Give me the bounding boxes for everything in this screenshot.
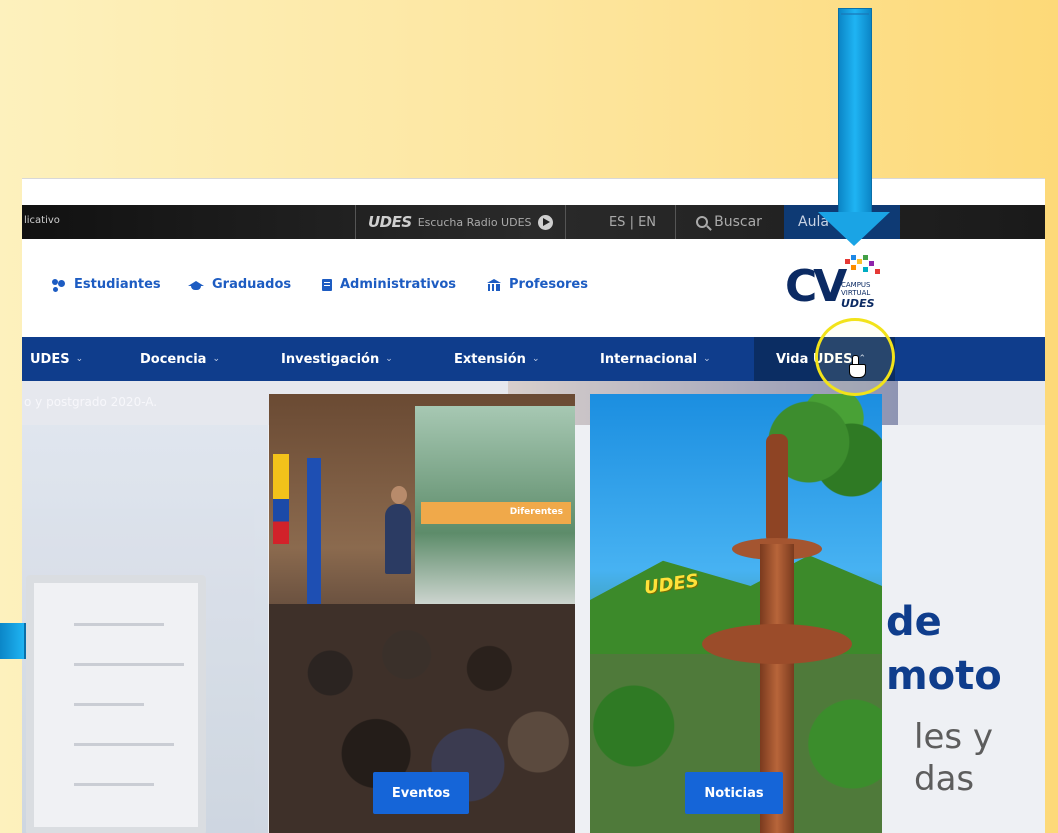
- audience-item-graduados[interactable]: Graduados: [188, 277, 291, 292]
- monitor-line: [74, 623, 164, 626]
- chevron-down-icon: ⌄: [703, 354, 711, 364]
- nav-item-investigacion[interactable]: Investigación ⌄: [281, 337, 393, 381]
- hand-cursor-icon: [848, 355, 866, 379]
- pointer-arrow-head: [818, 212, 890, 246]
- pointer-arrow-shaft: [838, 8, 872, 220]
- browser-page: licativo UDES Escucha Radio UDES ES | EN…: [22, 178, 1045, 833]
- logo-pixel: [851, 255, 856, 260]
- nav-item-internacional[interactable]: Internacional ⌄: [600, 337, 711, 381]
- nav-label: Extensión: [454, 351, 526, 367]
- logo-pixel: [863, 267, 868, 272]
- chevron-down-icon: ⌄: [385, 354, 393, 364]
- logo-pixel: [875, 269, 880, 274]
- ticker-text[interactable]: o y postgrado 2020-A.: [24, 395, 157, 409]
- projector-screen: Diferentes: [415, 406, 575, 618]
- colombia-flag: [273, 454, 289, 544]
- speaker-figure: [385, 486, 411, 574]
- cv-logo-line2: VIRTUAL: [841, 289, 871, 297]
- nav-label: Investigación: [281, 351, 380, 367]
- cv-logo-subtitle: CAMPUS VIRTUAL: [841, 281, 871, 297]
- logo-pixel: [863, 255, 868, 260]
- eventos-button[interactable]: Eventos: [373, 772, 469, 814]
- hero-line-4: das: [914, 759, 975, 799]
- side-arrow-marker: [0, 623, 26, 659]
- statue-image: [766, 434, 788, 544]
- chevron-down-icon: ⌄: [212, 354, 220, 364]
- radio-udes-link[interactable]: UDES Escucha Radio UDES: [355, 205, 566, 239]
- logo-pixel: [845, 259, 850, 264]
- audience-item-profesores[interactable]: Profesores: [487, 277, 588, 292]
- logo-pixel: [857, 259, 862, 264]
- hero-headline: de moto les y das: [884, 381, 1045, 833]
- radio-udes-logo: UDES: [368, 213, 412, 231]
- hero-line-3: les y: [914, 717, 994, 757]
- audience-label: Administrativos: [340, 277, 457, 292]
- campus-virtual-logo[interactable]: CV CAMPUS VIRTUAL UDES: [785, 253, 885, 319]
- audience-item-estudiantes[interactable]: Estudiantes: [52, 277, 161, 292]
- cv-logo-line1: CAMPUS: [841, 281, 871, 289]
- noticias-button[interactable]: Noticias: [685, 772, 783, 814]
- nav-item-udes[interactable]: UDES ⌄: [30, 337, 83, 381]
- logo-pixel: [869, 261, 874, 266]
- hero-line-1: de: [886, 599, 942, 645]
- chevron-down-icon: ⌄: [75, 354, 84, 364]
- hero-line-2: moto: [886, 653, 1002, 699]
- graduation-cap-icon: [188, 279, 204, 291]
- radio-udes-label: Escucha Radio UDES: [417, 215, 532, 229]
- monitor-line: [74, 703, 144, 706]
- audience-label: Estudiantes: [74, 277, 161, 292]
- nav-label: UDES: [30, 351, 70, 367]
- audience-label: Profesores: [509, 277, 588, 292]
- search-label: Buscar: [714, 214, 762, 230]
- logo-pixel: [851, 265, 856, 270]
- search-icon: [696, 216, 709, 228]
- card-noticias[interactable]: UDES Noticias: [590, 394, 882, 833]
- audience-label: Graduados: [212, 277, 292, 292]
- play-icon[interactable]: [537, 214, 553, 230]
- screen-banner: Diferentes: [421, 502, 571, 524]
- monitor-image: [26, 575, 206, 833]
- top-bar: licativo UDES Escucha Radio UDES ES | EN…: [22, 205, 1045, 239]
- hero-section: o y postgrado 2020-A. Diferentes Eventos: [22, 381, 1045, 833]
- top-bar-left-text[interactable]: licativo: [24, 215, 60, 226]
- chevron-down-icon: ⌄: [531, 354, 540, 364]
- language-switcher[interactable]: ES | EN: [590, 205, 676, 239]
- monitor-line: [74, 743, 174, 746]
- audience-item-administrativos[interactable]: Administrativos: [322, 277, 456, 292]
- monitor-line: [74, 663, 184, 666]
- nav-label: Internacional: [600, 351, 698, 367]
- nav-item-docencia[interactable]: Docencia ⌄: [140, 337, 220, 381]
- monitor-line: [74, 783, 154, 786]
- cv-logo-brand: UDES: [841, 297, 875, 310]
- search-button[interactable]: Buscar: [677, 205, 781, 239]
- document-icon: [322, 278, 332, 291]
- background-photo: [22, 425, 268, 833]
- users-icon: [52, 278, 66, 291]
- institution-icon: [487, 278, 501, 291]
- fountain-base: [702, 624, 852, 664]
- nav-label: Docencia: [140, 351, 207, 367]
- nav-item-extension[interactable]: Extensión ⌄: [454, 337, 539, 381]
- cv-logo-letters: CV: [785, 261, 847, 312]
- card-eventos[interactable]: Diferentes Eventos: [269, 394, 575, 833]
- audience-bar: Estudiantes Graduados Administrativos Pr…: [22, 239, 1045, 337]
- blue-flag: [307, 458, 321, 608]
